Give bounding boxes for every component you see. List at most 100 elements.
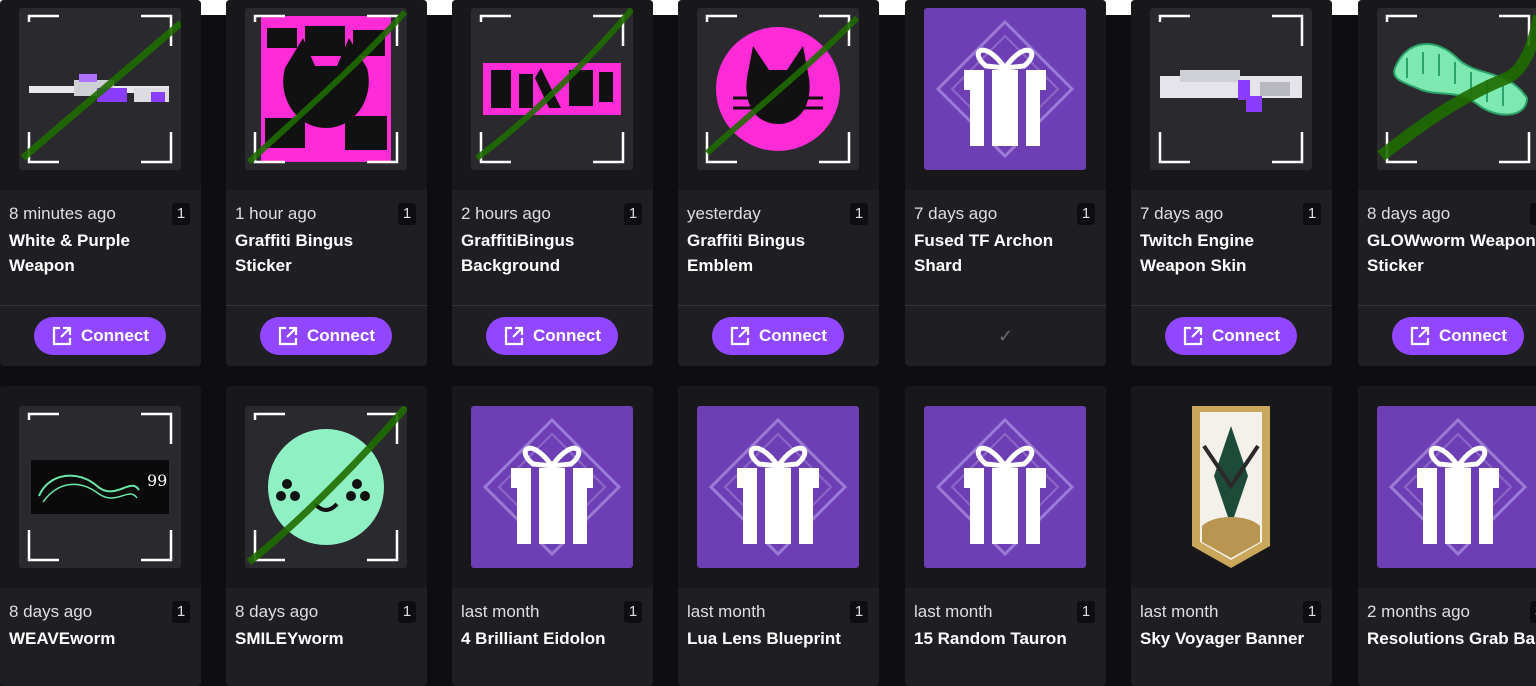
drop-time: 1 hour ago: [235, 204, 317, 223]
white-purple-weapon-icon: [19, 8, 181, 170]
drop-name: Lua Lens Blueprint: [687, 626, 872, 651]
drop-card: 1 hour ago 1 Graffiti Bingus Sticker Con…: [226, 0, 427, 366]
drop-thumbnail: [452, 0, 653, 190]
drop-name-line: SMILEYworm: [235, 629, 344, 648]
weaveworm-icon: 99: [19, 406, 181, 568]
drop-count: 1: [172, 601, 190, 623]
graffiti-bingus-emblem-icon: [697, 8, 859, 170]
drop-name: Graffiti Bingus Emblem: [687, 228, 872, 278]
drop-card: last month 1 Sky Voyager Banner: [1131, 386, 1332, 686]
external-link-icon: [278, 326, 298, 346]
graffiti-bingus-sticker-icon: [245, 8, 407, 170]
drop-name-line: Graffiti Bingus: [235, 231, 354, 250]
connect-label: Connect: [307, 326, 375, 345]
connect-label: Connect: [1439, 326, 1507, 345]
drop-name-line: Graffiti Bingus: [687, 231, 806, 250]
drop-name: Graffiti Bingus Sticker: [235, 228, 420, 278]
sky-voyager-banner-icon: [1150, 406, 1312, 568]
connect-button[interactable]: Connect: [1165, 317, 1297, 355]
drop-thumbnail: [678, 386, 879, 588]
connect-button[interactable]: Connect: [1392, 317, 1524, 355]
drop-thumbnail: [1131, 386, 1332, 588]
drop-count: 3: [1530, 601, 1536, 623]
external-link-icon: [1183, 326, 1203, 346]
drop-card: 2 months ago 3 Resolutions Grab Ba: [1358, 386, 1536, 686]
drop-name-line: WEAVEworm: [9, 629, 116, 648]
drop-time: 7 days ago: [914, 204, 998, 223]
glowworm-sticker-icon: [1377, 8, 1536, 170]
drop-thumbnail: [1358, 386, 1536, 588]
drop-count: 1: [624, 601, 642, 623]
drop-name-line: Emblem: [687, 256, 754, 275]
gift-box-icon: [1377, 406, 1536, 568]
external-link-icon: [730, 326, 750, 346]
drop-count: 1: [398, 601, 416, 623]
card-divider: [1131, 305, 1332, 306]
gift-box-icon: [471, 406, 633, 568]
connect-button[interactable]: Connect: [260, 317, 392, 355]
drop-name-line: Lua Lens Blueprint: [687, 629, 841, 648]
drop-thumbnail: [1358, 0, 1536, 190]
drop-time: 8 days ago: [235, 602, 319, 621]
drop-count: 1: [1303, 203, 1321, 225]
drop-name: Fused TF Archon Shard: [914, 228, 1099, 278]
connect-button[interactable]: Connect: [34, 317, 166, 355]
drop-thumbnail: [226, 386, 427, 588]
connect-label: Connect: [533, 326, 601, 345]
drop-card: 2 hours ago 1 GraffitiBingus Background …: [452, 0, 653, 366]
drop-name-line: GraffitiBingus: [461, 231, 575, 250]
card-divider: [0, 305, 201, 306]
connect-button[interactable]: Connect: [486, 317, 618, 355]
drop-name-line: Weapon Skin: [1140, 256, 1247, 275]
drop-time: 8 days ago: [9, 602, 93, 621]
drop-count: 1: [1303, 601, 1321, 623]
drop-card: last month 1 4 Brilliant Eidolon: [452, 386, 653, 686]
drop-count: 1: [624, 203, 642, 225]
drop-count: 1: [1530, 203, 1536, 225]
drop-count: 1: [172, 203, 190, 225]
drop-thumbnail: 99: [0, 386, 201, 588]
drop-name: 15 Random Tauron: [914, 626, 1099, 651]
drop-thumbnail: [1131, 0, 1332, 190]
drop-time: 7 days ago: [1140, 204, 1224, 223]
drop-thumbnail: [0, 0, 201, 190]
drop-name: WEAVEworm: [9, 626, 194, 651]
drop-name-line: White & Purple: [9, 231, 130, 250]
drop-count: 1: [1077, 601, 1095, 623]
card-divider: [452, 305, 653, 306]
drop-name-line: Sticker: [1367, 256, 1424, 275]
drop-time: 2 months ago: [1367, 602, 1471, 621]
graffiti-bingus-background-icon: [471, 8, 633, 170]
drop-name-line: Resolutions Grab Ba: [1367, 629, 1536, 648]
gift-box-icon: [924, 8, 1086, 170]
drop-time: 8 minutes ago: [9, 204, 116, 223]
drop-card: 99 8 days ago 1 WEAVEworm: [0, 386, 201, 686]
connect-label: Connect: [759, 326, 827, 345]
smileyworm-icon: [245, 406, 407, 568]
drop-name: SMILEYworm: [235, 626, 420, 651]
drop-thumbnail: [452, 386, 653, 588]
drop-name-line: Twitch Engine: [1140, 231, 1254, 250]
drop-card: yesterday 1 Graffiti Bingus Emblem Conne…: [678, 0, 879, 366]
drop-name-line: 4 Brilliant Eidolon: [461, 629, 606, 648]
drop-count: 1: [398, 203, 416, 225]
drop-time: last month: [461, 602, 540, 621]
drop-name-line: Shard: [914, 256, 963, 275]
svg-text:99: 99: [147, 471, 167, 490]
external-link-icon: [1410, 326, 1430, 346]
card-divider: [226, 305, 427, 306]
connect-button[interactable]: Connect: [712, 317, 844, 355]
drop-card: 8 days ago 1 GLOWworm Weapon Sticker Con…: [1358, 0, 1536, 366]
drop-card: 8 days ago 1 SMILEYworm: [226, 386, 427, 686]
gift-box-icon: [697, 406, 859, 568]
drop-card: last month 1 Lua Lens Blueprint: [678, 386, 879, 686]
drop-count: 1: [850, 601, 868, 623]
drop-card: 7 days ago 1 Fused TF Archon Shard ✓: [905, 0, 1106, 366]
drop-card: 8 minutes ago 1 White & Purple Weapon Co…: [0, 0, 201, 366]
drop-card: last month 1 15 Random Tauron: [905, 386, 1106, 686]
drop-time: yesterday: [687, 204, 761, 223]
drop-name: Twitch Engine Weapon Skin: [1140, 228, 1325, 278]
drop-name-line: Weapon: [9, 256, 75, 275]
drop-time: last month: [914, 602, 993, 621]
drop-name-line: Sky Voyager Banner: [1140, 629, 1305, 648]
